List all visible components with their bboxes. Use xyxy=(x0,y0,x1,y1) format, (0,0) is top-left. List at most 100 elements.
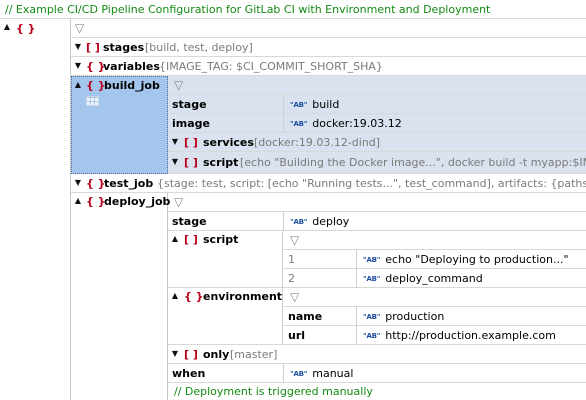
column-divider xyxy=(283,364,284,383)
when-text: manual xyxy=(312,367,354,380)
column-divider xyxy=(356,250,357,269)
column-divider xyxy=(283,95,284,114)
build-stage-row[interactable]: stage "AB" build xyxy=(168,95,586,114)
deploy-script-node[interactable]: ▲ [ ] script xyxy=(168,231,283,288)
expand-triangle-icon[interactable]: ▼ xyxy=(73,178,83,187)
build-image-text: docker:19.03.12 xyxy=(312,117,402,130)
array-icon: [ ] xyxy=(184,348,198,361)
column-divider xyxy=(283,114,284,133)
root-filter-row: ▽ xyxy=(71,19,586,38)
object-icon: { } xyxy=(86,195,106,208)
when-row[interactable]: when "AB" manual xyxy=(168,364,586,383)
filter-icon[interactable]: ▽ xyxy=(174,78,183,92)
expand-triangle-icon[interactable]: ▼ xyxy=(73,42,83,51)
build-services-row[interactable]: ▼ [ ] services [docker:19.03.12-dind] xyxy=(168,133,586,152)
only-row[interactable]: ▼ [ ] only [master] xyxy=(168,345,586,364)
variables-summary: {IMAGE_TAG: $CI_COMMIT_SHORT_SHA} xyxy=(159,60,383,73)
expand-triangle-icon[interactable]: ▼ xyxy=(170,157,180,166)
string-type-icon: "AB" xyxy=(363,256,381,264)
env-url-value[interactable]: "AB" http://production.example.com xyxy=(363,329,556,342)
environment-url-row[interactable]: url "AB" http://production.example.com xyxy=(283,326,586,345)
array-icon: [ ] xyxy=(184,233,198,246)
env-name-value[interactable]: "AB" production xyxy=(363,310,444,323)
string-type-icon: "AB" xyxy=(290,101,308,109)
build-script-summary: [echo "Building the Docker image...", do… xyxy=(240,156,586,169)
filter-icon[interactable]: ▽ xyxy=(290,290,299,304)
string-type-icon: "AB" xyxy=(363,313,381,321)
expand-triangle-icon[interactable]: ▼ xyxy=(170,137,180,146)
deploy-script-key: script xyxy=(203,233,239,246)
string-type-icon: "AB" xyxy=(290,120,308,128)
build-script-row[interactable]: ▼ [ ] script [echo "Building the Docker … xyxy=(168,152,586,174)
variables-row[interactable]: ▼ { } variables {IMAGE_TAG: $CI_COMMIT_S… xyxy=(71,57,586,76)
environment-filter-row: ▽ xyxy=(283,288,586,307)
row-index: 1 xyxy=(288,253,295,266)
build-image-key: image xyxy=(172,117,210,130)
deploy-script-item-value[interactable]: "AB" deploy_command xyxy=(363,272,483,285)
test-job-row[interactable]: ▼ { } test_job {stage: test, script: [ec… xyxy=(71,174,586,193)
build-image-row[interactable]: image "AB" docker:19.03.12 xyxy=(168,114,586,133)
build-image-value[interactable]: "AB" docker:19.03.12 xyxy=(290,117,402,130)
collapse-triangle-icon[interactable]: ▲ xyxy=(73,80,83,89)
collapse-triangle-icon[interactable]: ▲ xyxy=(73,196,83,205)
build-services-summary: [docker:19.03.12-dind] xyxy=(254,136,381,149)
build-stage-value[interactable]: "AB" build xyxy=(290,98,339,111)
table-view-icon[interactable] xyxy=(86,96,99,106)
when-key: when xyxy=(172,367,206,380)
string-type-icon: "AB" xyxy=(363,332,381,340)
array-icon: [ ] xyxy=(184,156,198,169)
build-job-filter-row: ▽ xyxy=(168,76,586,95)
header-comment-row: // Example CI/CD Pipeline Configuration … xyxy=(0,0,586,19)
deploy-script-filter-row: ▽ xyxy=(283,231,586,250)
filter-icon[interactable]: ▽ xyxy=(290,233,299,247)
env-url-text: http://production.example.com xyxy=(385,329,556,342)
deploy-script-item-text: echo "Deploying to production..." xyxy=(385,253,569,266)
deploy-comment-row: // Deployment is triggered manually xyxy=(168,383,586,400)
environment-node[interactable]: ▲ { } environment xyxy=(168,288,283,345)
deploy-comment: // Deployment is triggered manually xyxy=(174,385,373,398)
stages-row[interactable]: ▼ [ ] stages [build, test, deploy] xyxy=(71,38,586,57)
row-index: 2 xyxy=(288,272,295,285)
test-job-key: test_job xyxy=(104,177,154,190)
collapse-triangle-icon[interactable]: ▲ xyxy=(2,22,12,31)
filter-icon[interactable]: ▽ xyxy=(174,195,183,209)
when-value[interactable]: "AB" manual xyxy=(290,367,353,380)
build-stage-key: stage xyxy=(172,98,207,111)
test-job-summary: {stage: test, script: [echo "Running tes… xyxy=(157,177,586,190)
stages-key: stages xyxy=(103,41,145,54)
string-type-icon: "AB" xyxy=(290,370,308,378)
deploy-stage-key: stage xyxy=(172,215,207,228)
deploy-script-item-value[interactable]: "AB" echo "Deploying to production..." xyxy=(363,253,569,266)
deploy-job-node[interactable]: ▲ { } deploy_job xyxy=(71,193,170,400)
expand-triangle-icon[interactable]: ▼ xyxy=(170,349,180,358)
deploy-script-item-text: deploy_command xyxy=(385,272,483,285)
column-divider xyxy=(356,307,357,326)
environment-key: environment xyxy=(203,290,283,303)
collapse-triangle-icon[interactable]: ▲ xyxy=(170,291,180,300)
build-job-key: build_job xyxy=(104,79,160,92)
expand-triangle-icon[interactable]: ▼ xyxy=(73,61,83,70)
column-divider xyxy=(356,269,357,288)
deploy-stage-row[interactable]: stage "AB" deploy xyxy=(168,212,586,231)
env-name-text: production xyxy=(385,310,445,323)
env-name-key: name xyxy=(288,310,323,323)
deploy-job-filter-row: ▽ xyxy=(168,193,586,212)
build-services-key: services xyxy=(203,136,254,149)
object-icon: { } xyxy=(86,177,106,190)
build-script-key: script xyxy=(203,156,239,169)
environment-name-row[interactable]: name "AB" production xyxy=(283,307,586,326)
deploy-stage-text: deploy xyxy=(312,215,350,228)
deploy-script-item-row[interactable]: 2 "AB" deploy_command xyxy=(283,269,586,288)
deploy-script-item-row[interactable]: 1 "AB" echo "Deploying to production..." xyxy=(283,250,586,269)
object-icon: { } xyxy=(16,22,36,35)
column-divider xyxy=(283,212,284,231)
object-icon: { } xyxy=(86,79,106,92)
object-icon: { } xyxy=(184,290,204,303)
deploy-stage-value[interactable]: "AB" deploy xyxy=(290,215,349,228)
build-job-node[interactable]: ▲ { } build_job xyxy=(71,76,168,174)
header-comment: // Example CI/CD Pipeline Configuration … xyxy=(5,3,491,16)
array-icon: [ ] xyxy=(86,41,100,54)
root-node[interactable]: ▲ { } xyxy=(0,19,71,400)
collapse-triangle-icon[interactable]: ▲ xyxy=(170,234,180,243)
filter-icon[interactable]: ▽ xyxy=(75,21,84,35)
